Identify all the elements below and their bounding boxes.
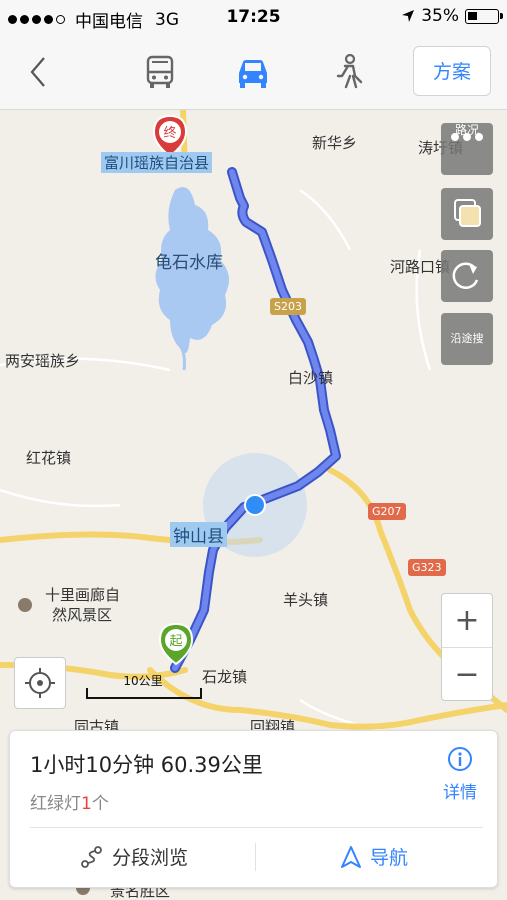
place-baisha: 白沙镇 [288, 369, 334, 387]
place-shili-line1: 十里画廊自 [45, 586, 121, 604]
details-label: 详情 [443, 783, 477, 803]
card-divider [30, 827, 483, 828]
plan-button[interactable]: 方案 [413, 46, 491, 96]
highways [0, 110, 507, 730]
layers-icon [454, 199, 481, 227]
traffic-icon [451, 133, 483, 141]
segment-browse-button[interactable]: 分段浏览 [80, 843, 188, 870]
along-route-search-button[interactable]: 沿途搜 [441, 313, 493, 365]
zoom-out-button[interactable]: − [442, 648, 492, 701]
place-shili-line2: 然风景区 [52, 606, 113, 624]
location-arrow-icon [402, 10, 415, 22]
route-segments-icon [81, 845, 102, 868]
place-shilong: 石龙镇 [202, 668, 248, 686]
refresh-icon [452, 262, 479, 289]
walk-mode-button[interactable] [328, 52, 368, 92]
traffic-lights-info: 红绿灯1个 [30, 789, 109, 814]
navigate-button[interactable]: 导航 [340, 843, 408, 870]
place-xinhua: 新华乡 [312, 134, 358, 152]
info-icon [448, 747, 472, 771]
end-marker[interactable]: 终 [152, 114, 188, 158]
place-zhongshan: 钟山县 [170, 522, 227, 547]
traffic-lights-unit: 个 [91, 794, 109, 814]
end-marker-label: 终 [163, 125, 176, 141]
walk-icon [336, 53, 363, 89]
place-liangan: 两安瑶族乡 [5, 352, 81, 370]
place-reservoir: 龟石水库 [155, 253, 223, 273]
bus-icon [146, 55, 174, 88]
segment-browse-label: 分段浏览 [112, 847, 189, 869]
bus-mode-button[interactable] [140, 52, 180, 92]
car-mode-button[interactable] [233, 52, 273, 92]
battery-percent: 35% [421, 6, 459, 26]
current-location-dot [244, 494, 266, 516]
map-scale-bar [86, 688, 202, 699]
traffic-lights-count: 1 [81, 794, 92, 814]
zoom-in-button[interactable]: + [442, 594, 492, 648]
locate-button[interactable] [14, 657, 66, 709]
place-honghua: 红花镇 [26, 449, 72, 467]
map-scale: 10公里 [86, 674, 202, 700]
navigation-arrow-icon [341, 845, 361, 868]
status-bar: 中国电信 3G 17:25 35% [0, 0, 507, 34]
map-scale-label: 10公里 [123, 674, 163, 688]
car-icon [239, 60, 267, 88]
route-summary-card[interactable]: 1小时10分钟 60.39公里 红绿灯1个 详情 分段浏览 导航 [9, 730, 498, 888]
start-marker[interactable]: 起 [158, 622, 194, 666]
scenic-spot-icon [18, 598, 32, 612]
card-vertical-divider [255, 843, 256, 871]
layers-button[interactable] [441, 188, 493, 240]
road-badge-s203: S203 [270, 298, 306, 315]
details-button[interactable]: 详情 [437, 745, 483, 803]
traffic-button[interactable]: 路况 [441, 123, 493, 175]
route-summary: 1小时10分钟 60.39公里 [30, 753, 263, 777]
along-route-search-label: 沿途搜 [450, 332, 484, 345]
road-badge-g323: G323 [408, 559, 446, 576]
back-button[interactable] [20, 52, 56, 92]
chevron-left-icon [30, 57, 45, 87]
place-yangtou: 羊头镇 [283, 591, 329, 609]
route-mode-toolbar: 方案 [0, 34, 507, 110]
road-badge-g207: G207 [368, 503, 406, 520]
place-destination-county: 富川瑶族自治县 [101, 152, 213, 173]
start-marker-label: 起 [169, 634, 182, 649]
crosshair-icon [25, 668, 55, 698]
battery-icon [465, 8, 503, 24]
zoom-controls: + − [441, 593, 493, 701]
refresh-button[interactable] [441, 250, 493, 302]
navigate-label: 导航 [370, 847, 409, 869]
traffic-lights-label: 红绿灯 [30, 794, 81, 814]
